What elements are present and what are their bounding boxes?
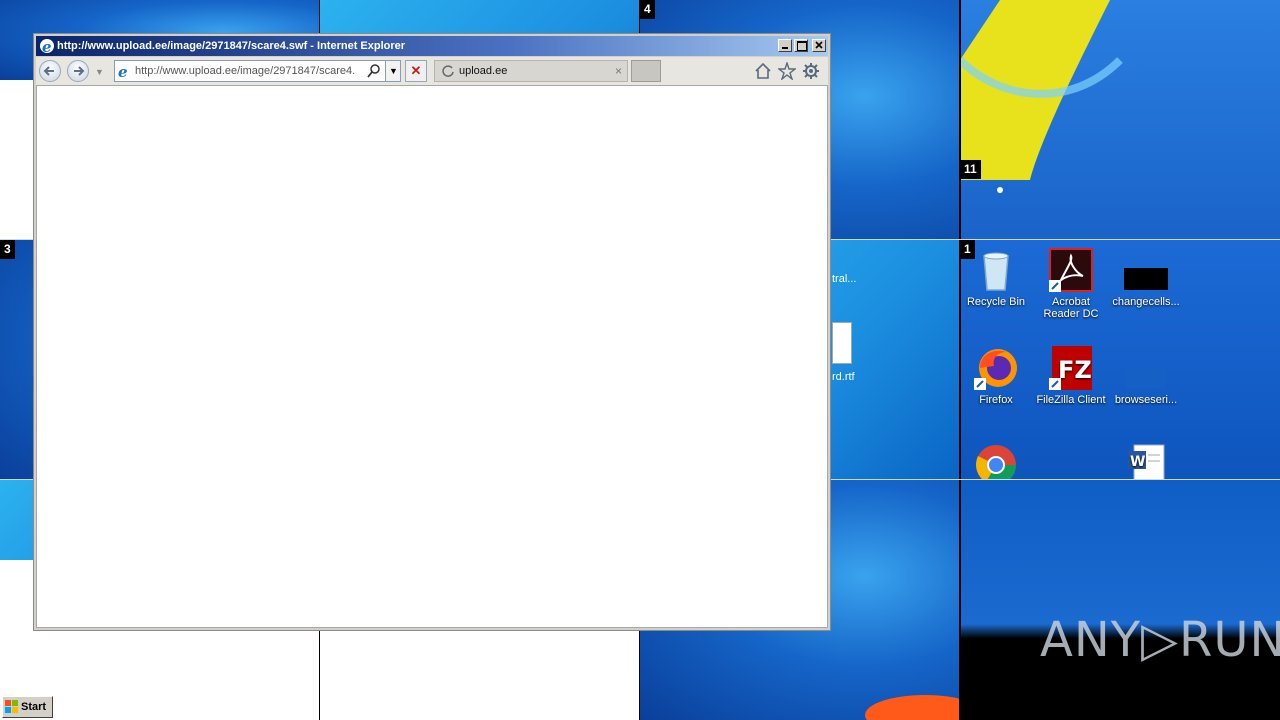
minimize-button[interactable] (778, 39, 792, 52)
desktop-icon-label: Acrobat Reader DC (1043, 296, 1099, 320)
word-doc-icon: W (1124, 443, 1168, 479)
desktop-icon-label: browseseri... (1114, 394, 1178, 406)
address-dropdown-button[interactable]: ▼ (385, 60, 401, 82)
address-bar[interactable]: e http://www.upload.ee/image/2971847/sca… (114, 60, 401, 82)
tab-close-icon[interactable]: × (615, 64, 622, 78)
tile-top-11: 11 (960, 0, 1280, 240)
blank-file-icon (1124, 346, 1168, 390)
desktop-icon-label: FileZilla Client (1036, 394, 1106, 406)
anyrun-watermark: ANY▷RUN (1040, 612, 1280, 668)
back-arrow-icon (43, 66, 54, 76)
new-tab-button[interactable] (631, 60, 661, 82)
document-icon (832, 322, 852, 364)
chevron-down-icon: ▼ (389, 66, 398, 76)
desktop-icon-acrobat[interactable]: Acrobat Reader DC (1033, 248, 1109, 320)
acrobat-icon (1049, 248, 1093, 292)
chrome-icon (974, 443, 1018, 479)
loading-spinner-icon (442, 65, 454, 77)
forward-arrow-icon (74, 66, 85, 76)
svg-text:e: e (118, 63, 128, 79)
filezilla-icon: FZ (1049, 346, 1093, 390)
desktop-icon-label: Firefox (979, 394, 1013, 406)
tab-upload-ee[interactable]: upload.ee × (434, 60, 628, 82)
maximize-icon (797, 41, 807, 51)
tab-label: upload.ee (459, 65, 508, 77)
svg-text:FZ: FZ (1058, 356, 1092, 384)
win7-logo-fragment-icon (960, 0, 1123, 193)
firefox-icon (974, 346, 1018, 390)
desktop-icon-firefox[interactable]: Firefox (958, 346, 1034, 406)
forward-button[interactable] (67, 60, 89, 82)
desktop-icon-browseseri[interactable]: browseseri... (1108, 346, 1184, 406)
history-dropdown-icon[interactable]: ▼ (95, 67, 104, 77)
tile-bottom-right (960, 480, 1280, 720)
svg-text:W: W (1130, 454, 1145, 470)
ie-page-icon: e (118, 63, 128, 79)
address-url: http://www.upload.ee/image/2971847/scare… (135, 65, 356, 77)
toolbar: ▼ e http://www.upload.ee/image/2971847/s… (36, 57, 828, 85)
stop-icon: ✕ (410, 63, 422, 78)
favorites-star-icon[interactable] (777, 60, 797, 82)
start-label: Start (21, 701, 47, 713)
page-content[interactable] (36, 85, 828, 628)
desktop-icon-chrome[interactable] (958, 443, 1034, 479)
window-title: http://www.upload.ee/image/2971847/scare… (57, 40, 406, 52)
desktop-icon-word-doc[interactable]: W (1108, 443, 1184, 479)
ie-window: e http://www.upload.ee/image/2971847/sca… (33, 33, 831, 631)
search-icon[interactable] (367, 64, 381, 78)
tile-number: 3 (0, 240, 15, 259)
close-button[interactable] (812, 39, 826, 52)
desktop-icon-label: Recycle Bin (966, 296, 1026, 308)
desktop-partial-label: tral... (832, 273, 857, 285)
desktop-icon-changecells[interactable]: changecells... (1108, 248, 1184, 308)
desktop-partial-label: rd.rtf (832, 371, 855, 383)
desktop-icon-label: changecells... (1112, 296, 1180, 308)
title-bar[interactable]: e http://www.upload.ee/image/2971847/sca… (36, 36, 828, 56)
svg-text:e: e (42, 38, 52, 54)
back-button[interactable] (39, 60, 61, 82)
recycle-bin-icon (974, 248, 1018, 292)
stop-button[interactable]: ✕ (405, 60, 427, 82)
tile-number: 11 (960, 160, 981, 179)
ie-logo-icon: e (39, 38, 55, 56)
orange-swoosh (865, 695, 960, 720)
desktop-icon-recycle-bin[interactable]: Recycle Bin (958, 248, 1034, 308)
start-button[interactable]: Start (2, 696, 53, 718)
maximize-button[interactable] (794, 39, 808, 52)
windows-flag-icon (5, 700, 18, 713)
minimize-icon (782, 47, 788, 49)
gear-icon[interactable] (802, 62, 820, 80)
desktop-icon-filezilla[interactable]: FZ FileZilla Client (1033, 346, 1109, 406)
black-file-icon (1124, 248, 1168, 292)
home-icon[interactable] (754, 62, 772, 80)
close-icon (815, 41, 823, 49)
tile-number: 4 (640, 0, 655, 19)
